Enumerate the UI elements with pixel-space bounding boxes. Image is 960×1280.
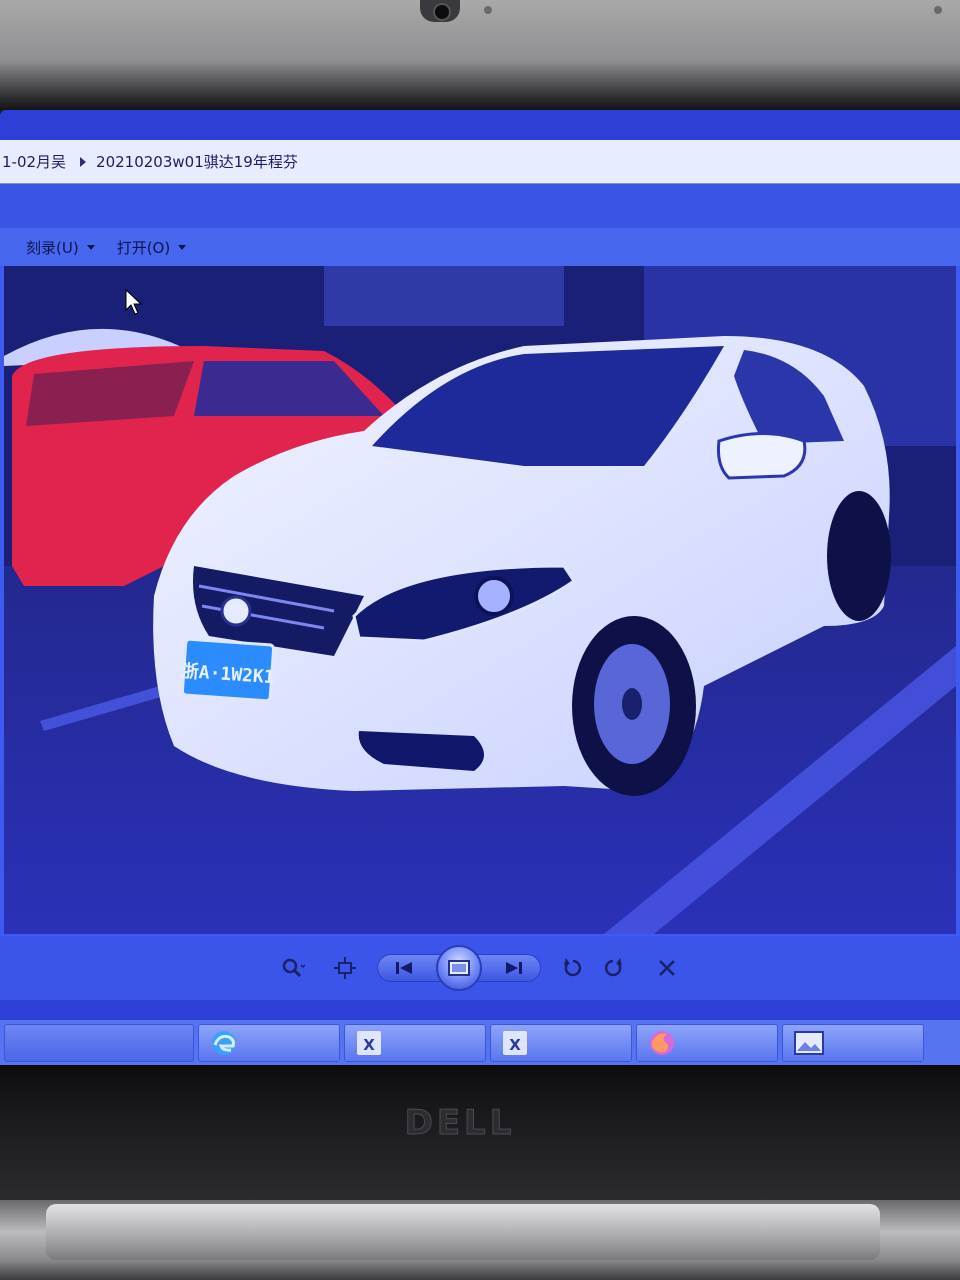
explorer-header-band bbox=[0, 184, 960, 228]
breadcrumb: 1-02月吴 20210203w01骐达19年程芬 bbox=[2, 151, 298, 172]
burn-button[interactable]: 刻录(U) bbox=[26, 237, 95, 258]
svg-text:X: X bbox=[363, 1036, 375, 1054]
dell-logo-text: DELL bbox=[405, 1103, 516, 1142]
breadcrumb-item[interactable]: 20210203w01骐达19年程芬 bbox=[96, 151, 298, 172]
taskbar-item[interactable] bbox=[4, 1023, 194, 1062]
slideshow-icon[interactable] bbox=[436, 945, 482, 991]
dell-logo: DELL bbox=[404, 1103, 516, 1143]
open-label: 打开(O) bbox=[116, 238, 171, 257]
zoom-icon[interactable] bbox=[275, 950, 311, 986]
chevron-right-icon[interactable] bbox=[80, 156, 87, 167]
taskbar-item[interactable]: X bbox=[490, 1023, 632, 1062]
navigation-group bbox=[377, 945, 541, 991]
laptop-top-bezel bbox=[0, 0, 960, 110]
photo-viewer: 浙A·1W2K1 bbox=[0, 266, 960, 936]
car-photo: 浙A·1W2K1 bbox=[4, 266, 956, 934]
edge-icon bbox=[212, 1030, 236, 1055]
fit-actual-size-icon[interactable] bbox=[327, 950, 363, 986]
burn-label: 刻录(U) bbox=[26, 238, 79, 257]
taskbar-item[interactable] bbox=[782, 1023, 924, 1062]
taskbar-item[interactable]: X bbox=[344, 1023, 486, 1062]
open-button[interactable]: 打开(O) bbox=[117, 237, 187, 258]
taskbar-item[interactable] bbox=[198, 1023, 340, 1062]
rotate-counterclockwise-icon[interactable] bbox=[555, 950, 591, 986]
firefox-icon bbox=[650, 1030, 674, 1055]
laptop-screen: 1-02月吴 20210203w01骐达19年程芬 刻录(U) 打开(O) 浙A… bbox=[0, 110, 960, 1065]
chevron-down-icon bbox=[178, 244, 187, 250]
delete-icon[interactable] bbox=[649, 950, 685, 986]
taskbar: X X bbox=[0, 1020, 960, 1065]
excel-icon: X bbox=[357, 1030, 381, 1055]
taskbar-item[interactable] bbox=[636, 1023, 778, 1062]
photo-viewer-icon bbox=[794, 1030, 824, 1055]
breadcrumb-item[interactable]: 1-02月吴 bbox=[2, 151, 66, 172]
hinge-cover bbox=[46, 1204, 880, 1260]
previous-icon[interactable] bbox=[386, 950, 422, 986]
bezel-led bbox=[934, 6, 942, 14]
next-icon[interactable] bbox=[496, 950, 532, 986]
bezel-led bbox=[484, 6, 492, 14]
svg-text:X: X bbox=[509, 1036, 521, 1054]
webcam bbox=[420, 0, 460, 22]
excel-icon: X bbox=[503, 1030, 527, 1055]
explorer-toolbar: 刻录(U) 打开(O) bbox=[0, 228, 960, 266]
address-bar[interactable]: 1-02月吴 20210203w01骐达19年程芬 bbox=[0, 140, 960, 184]
rotate-clockwise-icon[interactable] bbox=[595, 950, 631, 986]
viewer-control-bar bbox=[0, 936, 960, 1000]
chevron-down-icon bbox=[86, 244, 95, 250]
